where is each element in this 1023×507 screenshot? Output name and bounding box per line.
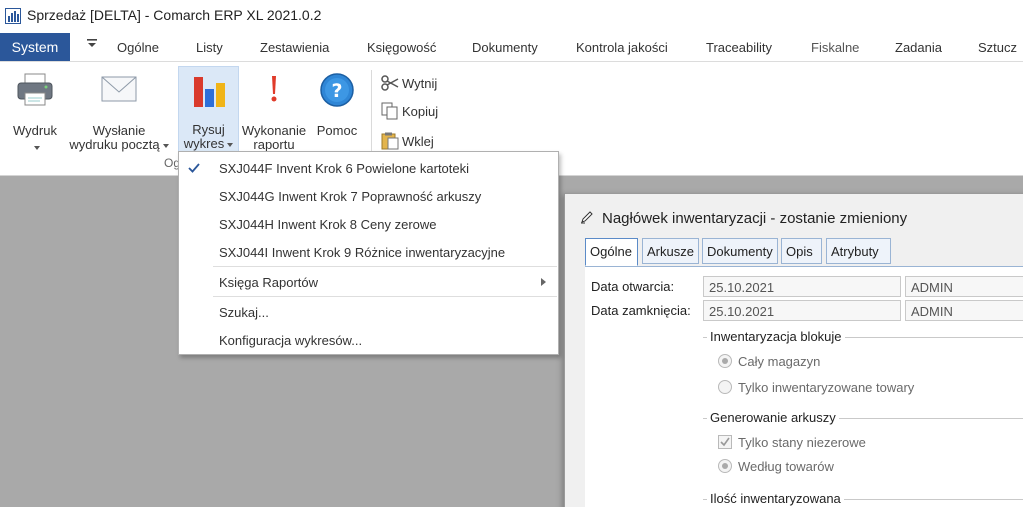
data-otwarcia-user-field[interactable]: ADMIN xyxy=(905,276,1023,297)
wedlug-towarow-label[interactable]: Według towarów xyxy=(738,459,834,474)
wytnij-button[interactable]: Wytnij xyxy=(380,74,437,92)
data-zamkniecia-label: Data zamknięcia: xyxy=(591,303,691,318)
bar-chart-icon xyxy=(193,77,225,107)
scissors-icon xyxy=(381,75,399,91)
menu-zadania[interactable]: Zadania xyxy=(895,40,942,55)
window-title: Sprzedaż [DELTA] - Comarch ERP XL 2021.0… xyxy=(27,7,322,23)
ribbon-separator xyxy=(371,70,372,162)
dialog-header: Nagłówek inwentaryzacji - zostanie zmien… xyxy=(565,194,1023,236)
menu-dokumenty[interactable]: Dokumenty xyxy=(472,40,538,55)
rysuj-dropdown-arrow[interactable] xyxy=(227,142,234,147)
blokuje-group-title: Inwentaryzacja blokuje xyxy=(707,329,845,344)
tylko-inwentaryzowane-label[interactable]: Tylko inwentaryzowane towary xyxy=(738,380,914,395)
data-zamkniecia-user-field[interactable]: ADMIN xyxy=(905,300,1023,321)
caly-magazyn-radio[interactable] xyxy=(718,354,732,368)
app-chart-icon xyxy=(5,8,21,24)
tab-dokumenty[interactable]: Dokumenty xyxy=(702,238,778,264)
tab-ogolne[interactable]: Ogólne xyxy=(585,238,638,266)
caly-magazyn-label[interactable]: Cały magazyn xyxy=(738,354,820,369)
dropdown-item-sxj044i[interactable]: SXJ044I Inwent Krok 9 Różnice inwentaryz… xyxy=(179,238,558,266)
svg-text:?: ? xyxy=(331,80,342,102)
wyslanie-label-2: wydruku pocztą xyxy=(63,138,175,152)
ilosc-group: Ilość inwentaryzowana xyxy=(703,491,1023,507)
tylko-stany-label[interactable]: Tylko stany niezerowe xyxy=(738,435,866,450)
generowanie-group: Generowanie arkuszy Tylko stany niezerow… xyxy=(703,410,1023,482)
printer-icon xyxy=(17,73,53,106)
tylko-stany-checkbox[interactable] xyxy=(718,435,732,449)
tab-atrybuty[interactable]: Atrybuty xyxy=(826,238,891,264)
paste-icon xyxy=(381,132,399,150)
dropdown-item-konfiguracja[interactable]: Konfiguracja wykresów... xyxy=(179,326,558,354)
submenu-arrow-icon xyxy=(541,278,546,286)
menu-traceability[interactable]: Traceability xyxy=(706,40,772,55)
dropdown-item-label: Konfiguracja wykresów... xyxy=(219,333,363,348)
wykonanie-label-1: Wykonanie xyxy=(241,123,307,138)
wedlug-towarow-radio[interactable] xyxy=(718,459,732,473)
copy-icon xyxy=(381,102,398,120)
edit-pencil-icon xyxy=(581,211,593,224)
kopiuj-label: Kopiuj xyxy=(402,103,439,119)
data-otwarcia-label: Data otwarcia: xyxy=(591,279,675,294)
kopiuj-button[interactable]: Kopiuj xyxy=(380,102,438,120)
wykonanie-raportu-button[interactable]: Wykonanie raportu xyxy=(239,66,309,154)
dropdown-item-label: Księga Raportów xyxy=(219,275,318,290)
dropdown-separator xyxy=(213,296,557,297)
wklej-button[interactable]: Wklej xyxy=(380,132,434,150)
tab-arkusze[interactable]: Arkusze xyxy=(642,238,699,264)
dropdown-item-label: SXJ044G Inwent Krok 7 Poprawność arkuszy xyxy=(219,189,482,204)
title-bar: Sprzedaż [DELTA] - Comarch ERP XL 2021.0… xyxy=(0,0,1023,32)
help-icon: ? xyxy=(320,73,354,107)
wyslanie-label-1: Wysłanie xyxy=(92,123,146,138)
dropdown-item-ksiega-raportow[interactable]: Księga Raportów xyxy=(179,268,558,296)
wyslanie-wydruku-button[interactable]: Wysłanie wydruku pocztą xyxy=(63,66,175,154)
data-otwarcia-field[interactable]: 25.10.2021 xyxy=(703,276,901,297)
menu-sztucz[interactable]: Sztucz xyxy=(978,40,1017,55)
dropdown-item-sxj044f[interactable]: SXJ044F Invent Krok 6 Powielone kartotek… xyxy=(179,154,558,182)
menu-zestawienia[interactable]: Zestawienia xyxy=(260,40,329,55)
tylko-inwentaryzowane-radio[interactable] xyxy=(718,380,732,394)
dropdown-item-szukaj[interactable]: Szukaj... xyxy=(179,298,558,326)
wyslanie-dropdown-arrow[interactable] xyxy=(162,143,169,148)
menu-listy[interactable]: Listy xyxy=(196,40,223,55)
wydruk-button[interactable]: Wydruk xyxy=(4,66,66,154)
dropdown-item-label: SXJ044H Inwent Krok 8 Ceny zerowe xyxy=(219,217,437,232)
dropdown-separator xyxy=(213,266,557,267)
dropdown-item-label: Szukaj... xyxy=(219,305,269,320)
envelope-icon xyxy=(101,76,137,102)
rysuj-wykres-button[interactable]: Rysuj wykres xyxy=(178,66,239,152)
wykonanie-label-2: raportu xyxy=(253,137,295,152)
data-zamkniecia-field[interactable]: 25.10.2021 xyxy=(703,300,901,321)
menu-ogolne[interactable]: Ogólne xyxy=(117,40,159,55)
inventory-header-window: Nagłówek inwentaryzacji - zostanie zmien… xyxy=(564,193,1023,507)
menu-system[interactable]: System xyxy=(0,33,70,61)
rysuj-label-1: Rysuj xyxy=(192,122,225,137)
menu-ksiegowosc[interactable]: Księgowość xyxy=(367,40,436,55)
checkmark-icon xyxy=(188,163,200,173)
rysuj-wykres-dropdown: SXJ044F Invent Krok 6 Powielone kartotek… xyxy=(178,151,559,355)
pomoc-label: Pomoc xyxy=(316,123,358,138)
exclamation-icon xyxy=(271,76,277,102)
menu-fiskalne[interactable]: Fiskalne xyxy=(811,40,859,55)
wydruk-dropdown-arrow[interactable] xyxy=(4,140,66,154)
menu-kontrola-jakosci[interactable]: Kontrola jakości xyxy=(576,40,668,55)
tab-content-ogolne: Data otwarcia: 25.10.2021 ADMIN Data zam… xyxy=(585,266,1023,507)
menu-bar: System Ogólne Listy Zestawienia Księgowo… xyxy=(0,32,1023,62)
checkmark-icon xyxy=(720,437,730,447)
ilosc-group-title: Ilość inwentaryzowana xyxy=(707,491,844,506)
rysuj-label-2: wykres xyxy=(179,137,238,151)
dialog-title: Nagłówek inwentaryzacji - zostanie zmien… xyxy=(602,210,908,227)
quick-access-dropdown-icon[interactable] xyxy=(86,38,98,50)
dropdown-item-label: SXJ044I Inwent Krok 9 Różnice inwentaryz… xyxy=(219,245,506,260)
blokuje-group: Inwentaryzacja blokuje Cały magazyn Tylk… xyxy=(703,329,1023,401)
dropdown-item-sxj044g[interactable]: SXJ044G Inwent Krok 7 Poprawność arkuszy xyxy=(179,182,558,210)
wydruk-label: Wydruk xyxy=(13,123,57,138)
wklej-label: Wklej xyxy=(402,133,434,149)
wytnij-label: Wytnij xyxy=(402,75,438,91)
pomoc-button[interactable]: ? Pomoc xyxy=(312,66,362,154)
dropdown-item-sxj044h[interactable]: SXJ044H Inwent Krok 8 Ceny zerowe xyxy=(179,210,558,238)
generowanie-group-title: Generowanie arkuszy xyxy=(707,410,839,425)
dropdown-item-label: SXJ044F Invent Krok 6 Powielone kartotek… xyxy=(219,161,470,176)
tab-opis[interactable]: Opis xyxy=(781,238,822,264)
